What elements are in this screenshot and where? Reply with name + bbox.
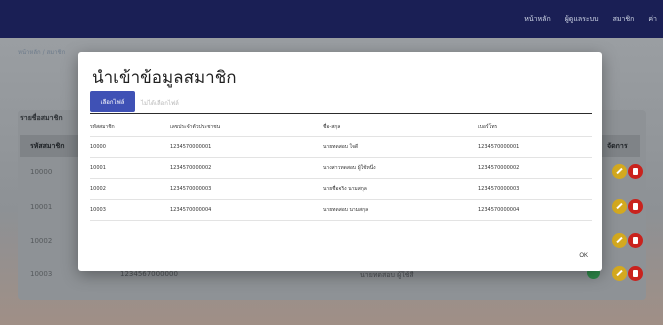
- nav-home[interactable]: หน้าหลัก: [524, 14, 550, 25]
- cell-phone: 1234570000002: [478, 157, 592, 179]
- import-members-dialog: นำเข้าข้อมูลสมาชิก เลือกไฟล์ ไม่ได้เลือก…: [78, 52, 602, 271]
- edit-icon[interactable]: [612, 199, 627, 214]
- delete-icon[interactable]: [628, 233, 643, 248]
- cell-phone: 1234570000003: [478, 178, 592, 200]
- edit-icon[interactable]: [612, 164, 627, 179]
- delete-icon[interactable]: [628, 199, 643, 214]
- nav-admin[interactable]: ผู้ดูแลระบบ: [565, 14, 599, 25]
- cell-id-card: 1234570000002: [170, 157, 323, 179]
- cell-member-id: 10000: [90, 136, 170, 158]
- col-id-card: เลขประจำตัวประชาชน: [170, 117, 323, 137]
- member-list-title: รายชื่อสมาชิก: [20, 114, 63, 122]
- bg-row-name: นายทดสอบ ผู้ใช้สี่: [360, 271, 414, 279]
- table-row: 10000 1234570000001 นายทดสอบ ใจดี 123457…: [90, 136, 592, 158]
- col-fullname: ชื่อ-สกุล: [323, 117, 478, 137]
- header-member-id: รหัสสมาชิก: [30, 142, 65, 150]
- table-row: 10001 1234570000002 นางสาวทดสอบ ผู้ใช้หน…: [90, 157, 592, 179]
- bg-row-id: 10003: [30, 270, 53, 278]
- cell-member-id: 10002: [90, 178, 170, 200]
- col-member-id: รหัสสมาชิก: [90, 117, 170, 137]
- top-nav: หน้าหลัก ผู้ดูแลระบบ สมาชิก ค่า: [524, 14, 657, 25]
- header-manage: จัดการ: [607, 142, 628, 150]
- cell-fullname: นายทดสอบ นามสกุล: [323, 199, 478, 221]
- delete-icon[interactable]: [628, 266, 643, 281]
- cell-fullname: นายทดสอบ ใจดี: [323, 136, 478, 158]
- dialog-title: นำเข้าข้อมูลสมาชิก: [92, 68, 237, 88]
- bg-row-id: 10001: [30, 203, 53, 211]
- delete-icon[interactable]: [628, 164, 643, 179]
- table-header-row: รหัสสมาชิก เลขประจำตัวประชาชน ชื่อ-สกุล …: [90, 117, 592, 137]
- cell-fullname: นายชื่อจริง นามสกุล: [323, 178, 478, 200]
- nav-members[interactable]: สมาชิก: [613, 14, 635, 25]
- cell-phone: 1234570000004: [478, 199, 592, 221]
- cell-id-card: 1234570000001: [170, 136, 323, 158]
- edit-icon[interactable]: [612, 266, 627, 281]
- top-navbar: หน้าหลัก ผู้ดูแลระบบ สมาชิก ค่า: [0, 0, 663, 38]
- nav-more[interactable]: ค่า: [648, 14, 657, 25]
- preview-table: รหัสสมาชิก เลขประจำตัวประชาชน ชื่อ-สกุล …: [90, 117, 592, 221]
- cell-member-id: 10001: [90, 157, 170, 179]
- edit-icon[interactable]: [612, 233, 627, 248]
- breadcrumb: หน้าหลัก / สมาชิก: [18, 49, 66, 56]
- table-row: 10003 1234570000004 นายทดสอบ นามสกุล 123…: [90, 199, 592, 221]
- choose-file-button[interactable]: เลือกไฟล์: [90, 91, 135, 112]
- col-phone: เบอร์โทร: [478, 117, 592, 137]
- cell-id-card: 1234570000003: [170, 178, 323, 200]
- bg-row-phone: 1234567000000: [120, 270, 178, 278]
- bg-row-id: 10002: [30, 237, 53, 245]
- cell-id-card: 1234570000004: [170, 199, 323, 221]
- cell-phone: 1234570000001: [478, 136, 592, 158]
- table-row: 10002 1234570000003 นายชื่อจริง นามสกุล …: [90, 178, 592, 200]
- divider: [90, 113, 592, 114]
- cell-fullname: นางสาวทดสอบ ผู้ใช้หนึ่ง: [323, 157, 478, 179]
- file-name-label: ไม่ได้เลือกไฟล์: [141, 100, 179, 107]
- cell-member-id: 10003: [90, 199, 170, 221]
- ok-button[interactable]: OK: [579, 253, 588, 259]
- bg-row-id: 10000: [30, 168, 53, 176]
